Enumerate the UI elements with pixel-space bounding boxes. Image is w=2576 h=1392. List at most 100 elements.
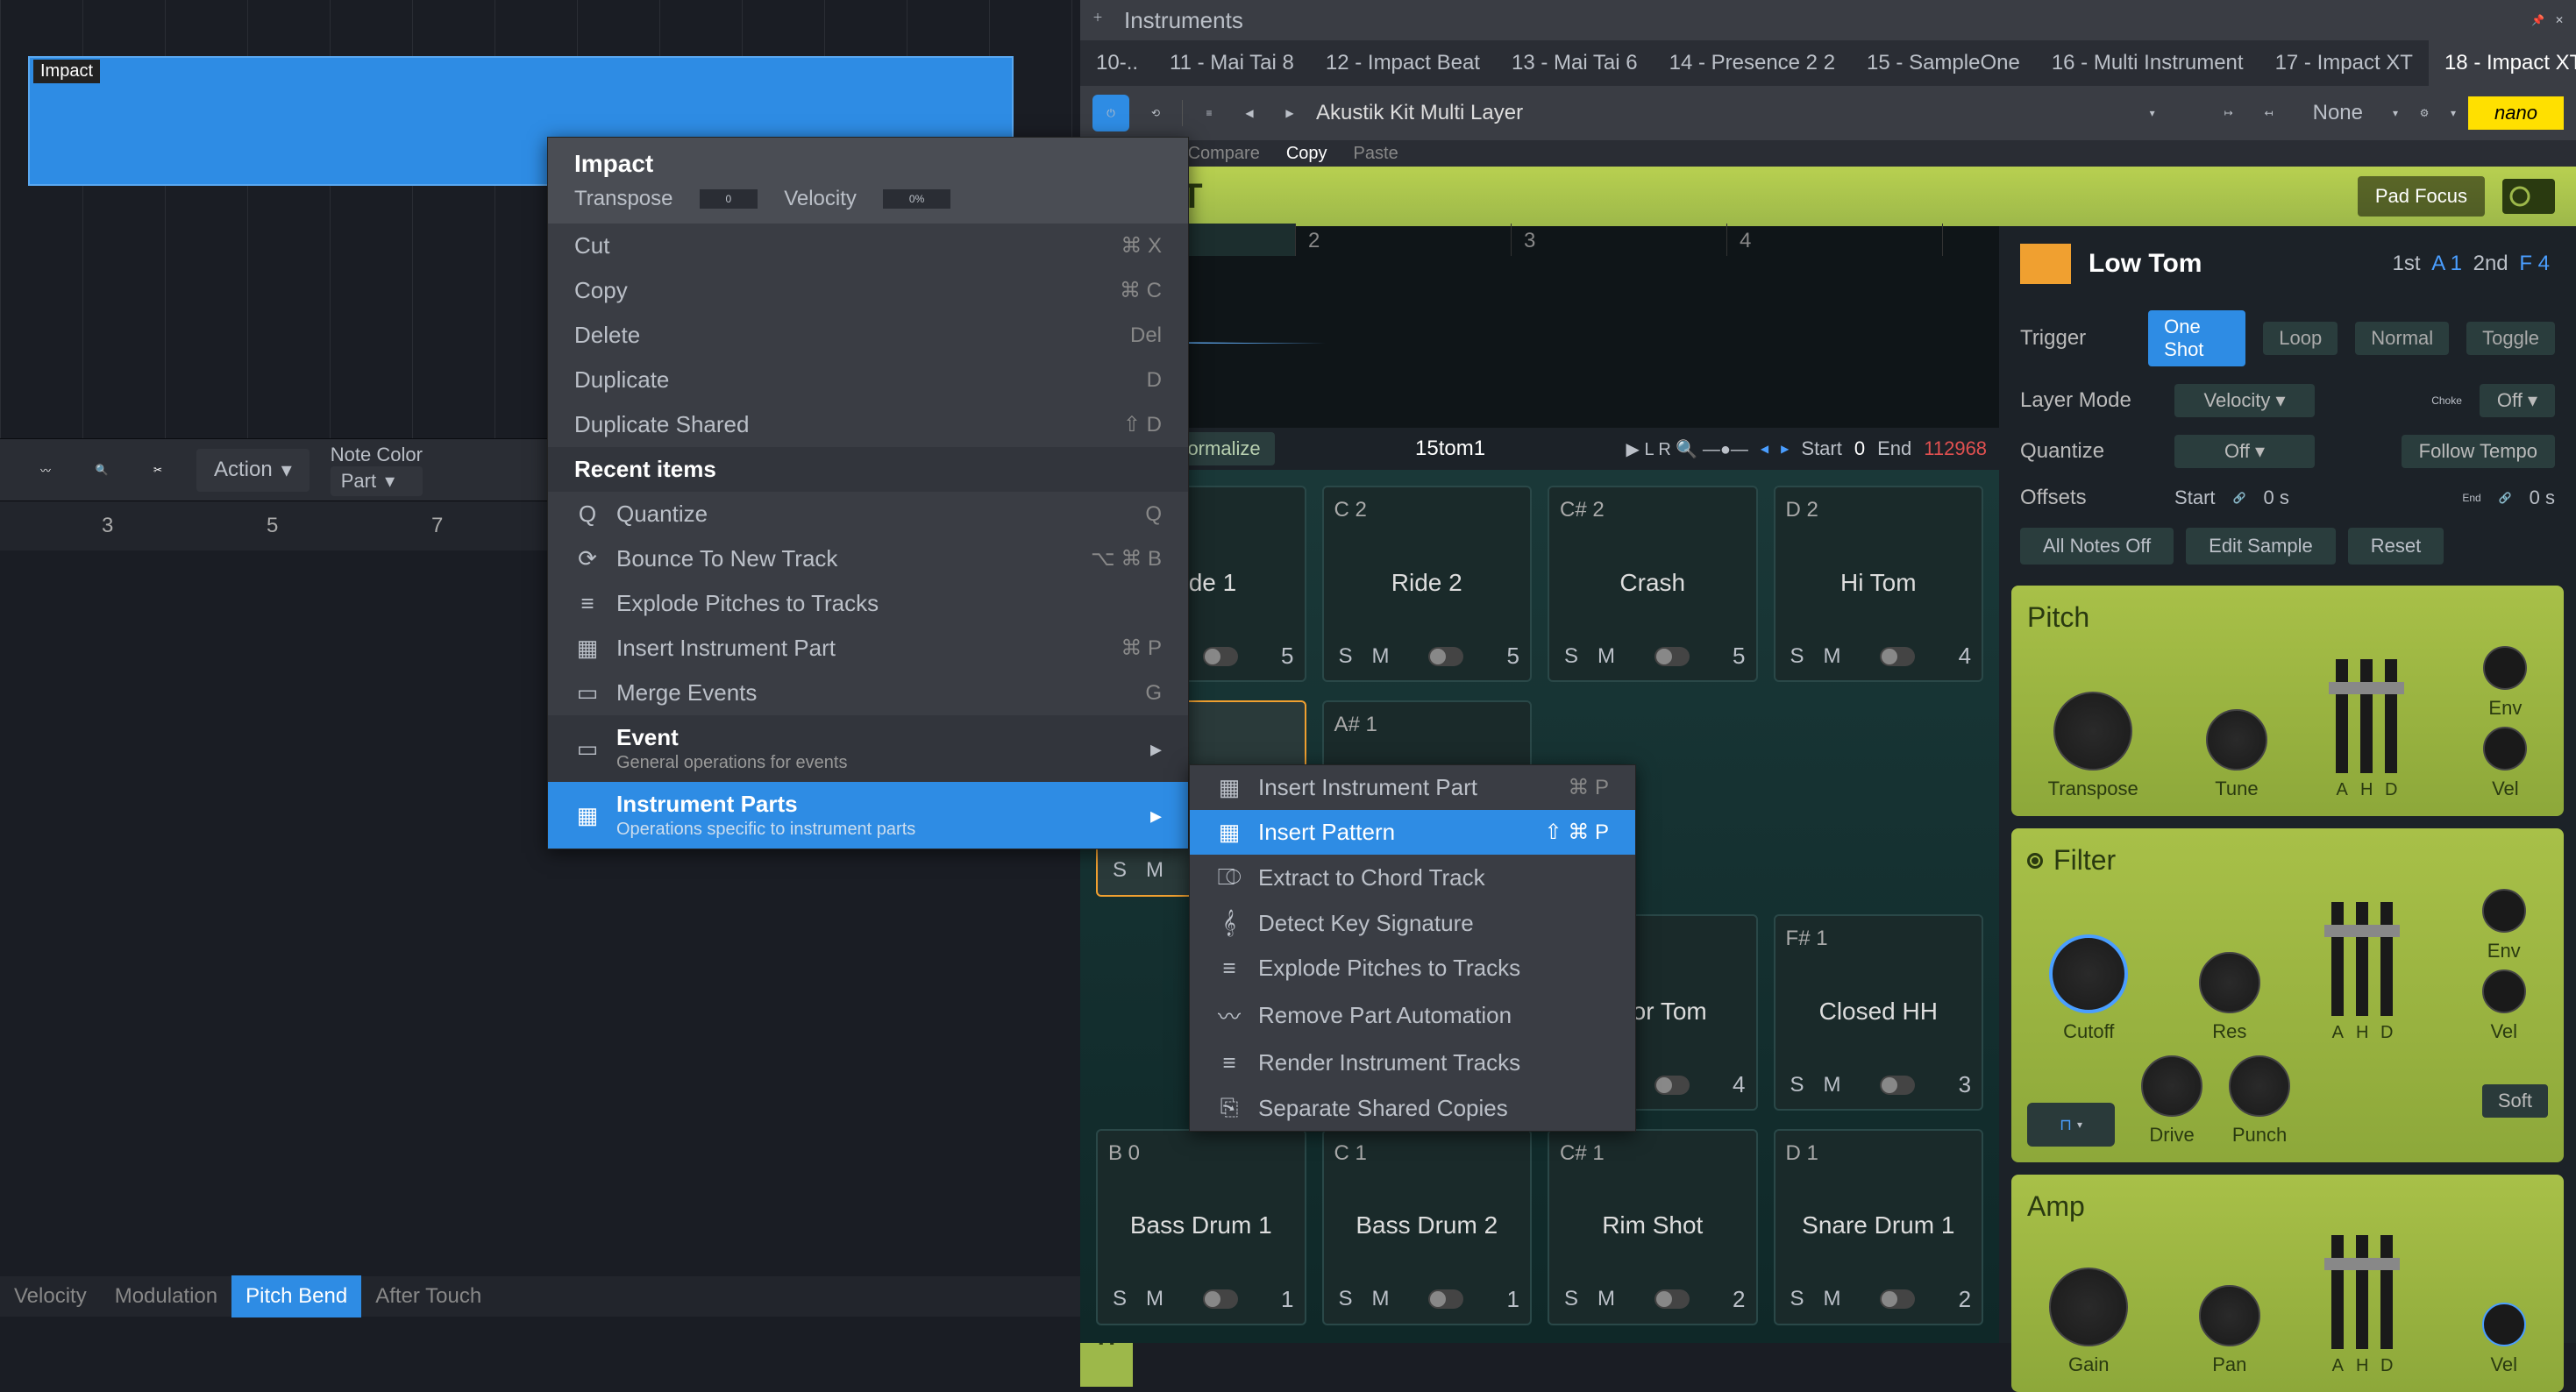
ctx-delete[interactable]: DeleteDel <box>548 313 1188 358</box>
gear-icon[interactable]: ⚙ <box>2410 99 2438 127</box>
velocity-value[interactable]: 0% <box>883 189 950 209</box>
transpose-knob[interactable] <box>2053 692 2132 771</box>
pad-toggle[interactable] <box>1654 647 1690 666</box>
power-button[interactable]: ⏻ <box>1092 95 1129 131</box>
waveform-display[interactable] <box>1080 256 1999 428</box>
follow-tempo-button[interactable]: Follow Tempo <box>2402 435 2555 468</box>
drum-pad[interactable]: C# 2 Crash S M 5 <box>1548 486 1758 682</box>
menu-icon[interactable]: ≡ <box>1195 99 1223 127</box>
sub-separate-shared[interactable]: ⎘Separate Shared Copies <box>1190 1085 1635 1131</box>
pad-mute[interactable]: M <box>1821 1073 1844 1097</box>
pad-toggle[interactable] <box>1428 647 1463 666</box>
sub-insert-part[interactable]: ▦Insert Instrument Part⌘ P <box>1190 765 1635 810</box>
inst-tab[interactable]: 16 - Multi Instrument <box>2036 40 2259 86</box>
trigger-oneshot[interactable]: One Shot <box>2148 310 2245 366</box>
sub-render-tracks[interactable]: ≡Render Instrument Tracks <box>1190 1040 1635 1085</box>
playback-icons[interactable]: ▶ L R 🔍 —●— <box>1626 438 1748 460</box>
chevron-down-icon[interactable]: ▾ <box>2451 107 2456 119</box>
tab-after-touch[interactable]: After Touch <box>361 1275 495 1317</box>
ctx-quantize[interactable]: QQuantizeQ <box>548 492 1188 536</box>
preset-name[interactable]: Akustik Kit Multi Layer <box>1316 101 2138 125</box>
layer-mode-dropdown[interactable]: Velocity ▾ <box>2174 384 2315 417</box>
res-knob[interactable] <box>2199 952 2260 1013</box>
env-d-slider[interactable] <box>2385 659 2397 773</box>
offset-end[interactable]: 0 s <box>2530 486 2555 509</box>
pad-mute[interactable]: M <box>1595 644 1618 669</box>
sub-insert-pattern[interactable]: ▦Insert Pattern⇧ ⌘ P <box>1190 810 1635 855</box>
tab-modulation[interactable]: Modulation <box>101 1275 231 1317</box>
all-notes-off-button[interactable]: All Notes Off <box>2020 528 2174 565</box>
quantize-dropdown[interactable]: Off ▾ <box>2174 435 2315 468</box>
pad-solo[interactable]: S <box>1334 1287 1357 1311</box>
ctx-cut[interactable]: Cut⌘ X <box>548 224 1188 268</box>
pan-knob[interactable] <box>2199 1285 2260 1346</box>
reset-button[interactable]: Reset <box>2348 528 2444 565</box>
punch-knob[interactable] <box>2229 1055 2290 1117</box>
pad-toggle[interactable] <box>1203 647 1238 666</box>
ctx-insert-part[interactable]: ▦Insert Instrument Part⌘ P <box>548 626 1188 671</box>
drum-pad[interactable]: C# 1 Rim Shot S M 2 <box>1548 1129 1758 1325</box>
trigger-toggle[interactable]: Toggle <box>2466 322 2555 355</box>
cutoff-knob[interactable] <box>2049 934 2128 1013</box>
pad-solo[interactable]: S <box>1786 1073 1809 1097</box>
soft-button[interactable]: Soft <box>2482 1084 2548 1118</box>
pad-toggle[interactable] <box>1203 1289 1238 1309</box>
sample-end[interactable]: 112968 <box>1924 437 1987 460</box>
pad-mute[interactable]: M <box>1370 644 1392 669</box>
ctx-instrument-parts-submenu[interactable]: ▦Instrument PartsOperations specific to … <box>548 782 1188 849</box>
pad-solo[interactable]: S <box>1786 1287 1809 1311</box>
pad-mute[interactable]: M <box>1595 1287 1618 1311</box>
trigger-loop[interactable]: Loop <box>2263 322 2338 355</box>
filter-a-slider[interactable] <box>2331 902 2344 1016</box>
pad-toggle[interactable] <box>1880 1076 1915 1095</box>
sub-extract-chord[interactable]: ⎄Extract to Chord Track <box>1190 855 1635 900</box>
chevron-down-icon[interactable]: ▾ <box>2393 107 2398 119</box>
next-sample-icon[interactable]: ▶ <box>1781 443 1789 455</box>
drum-pad[interactable]: D 2 Hi Tom S M 4 <box>1774 486 1984 682</box>
pad-bank-tab[interactable]: 4 <box>1727 224 1943 259</box>
pitch-vel-knob[interactable] <box>2483 727 2527 771</box>
drum-pad[interactable]: C 2 Ride 2 S M 5 <box>1322 486 1533 682</box>
layer-link[interactable]: F 4 <box>2514 252 2555 275</box>
close-icon[interactable]: ✕ <box>2555 14 2564 26</box>
filter-vel-knob[interactable] <box>2482 969 2526 1013</box>
pad-mute[interactable]: M <box>1821 1287 1844 1311</box>
inst-tab[interactable]: 15 - SampleOne <box>1851 40 2036 86</box>
drum-pad[interactable]: F# 1 Closed HH S M 3 <box>1774 914 1984 1111</box>
zoom-icon[interactable]: 🔍 <box>84 452 119 487</box>
note-color-dropdown[interactable]: Part ▾ <box>331 466 423 496</box>
gain-knob[interactable] <box>2049 1268 2128 1346</box>
link-icon[interactable]: 🔗 <box>2499 492 2512 504</box>
pad-toggle[interactable] <box>1654 1076 1690 1095</box>
transpose-value[interactable]: 0 <box>700 189 758 209</box>
inst-tab[interactable]: 12 - Impact Beat <box>1310 40 1496 86</box>
ctx-copy[interactable]: Copy⌘ C <box>548 268 1188 313</box>
layer-link[interactable]: A 1 <box>2426 252 2467 275</box>
edit-sample-button[interactable]: Edit Sample <box>2186 528 2336 565</box>
prev-preset-icon[interactable]: ◀ <box>1235 99 1263 127</box>
pad-mute[interactable]: M <box>1143 1287 1166 1311</box>
env-h-slider[interactable] <box>2360 659 2373 773</box>
amp-a-slider[interactable] <box>2331 1235 2344 1349</box>
inst-tab[interactable]: 13 - Mai Tai 6 <box>1496 40 1654 86</box>
amp-vel-knob[interactable] <box>2482 1303 2526 1346</box>
sub-detect-key[interactable]: 𝄞Detect Key Signature <box>1190 900 1635 946</box>
draw-tool-icon[interactable]: 〰 <box>28 452 63 487</box>
nano-badge[interactable]: nano <box>2468 96 2564 130</box>
send-icon[interactable]: ↦ <box>2215 99 2243 127</box>
pad-mute[interactable]: M <box>1370 1287 1392 1311</box>
link-icon[interactable]: 🔗 <box>2233 492 2246 504</box>
copy-button[interactable]: Copy <box>1286 144 1327 164</box>
filter-d-slider[interactable] <box>2380 902 2393 1016</box>
pad-solo[interactable]: S <box>1560 644 1583 669</box>
pad-focus-button[interactable]: Pad Focus <box>2358 176 2485 217</box>
action-dropdown[interactable]: Action ▾ <box>196 449 310 492</box>
inst-tab-active[interactable]: 18 - Impact XT <box>2429 40 2576 86</box>
env-a-slider[interactable] <box>2336 659 2348 773</box>
inst-tab[interactable]: 14 - Presence 2 2 <box>1654 40 1851 86</box>
add-instrument-icon[interactable]: ＋ <box>1092 10 1114 31</box>
drum-pad[interactable]: D 1 Snare Drum 1 S M 2 <box>1774 1129 1984 1325</box>
prev-sample-icon[interactable]: ◀ <box>1761 443 1768 455</box>
filter-env-knob[interactable] <box>2482 889 2526 933</box>
pad-bank-tab[interactable]: 3 <box>1512 224 1727 259</box>
